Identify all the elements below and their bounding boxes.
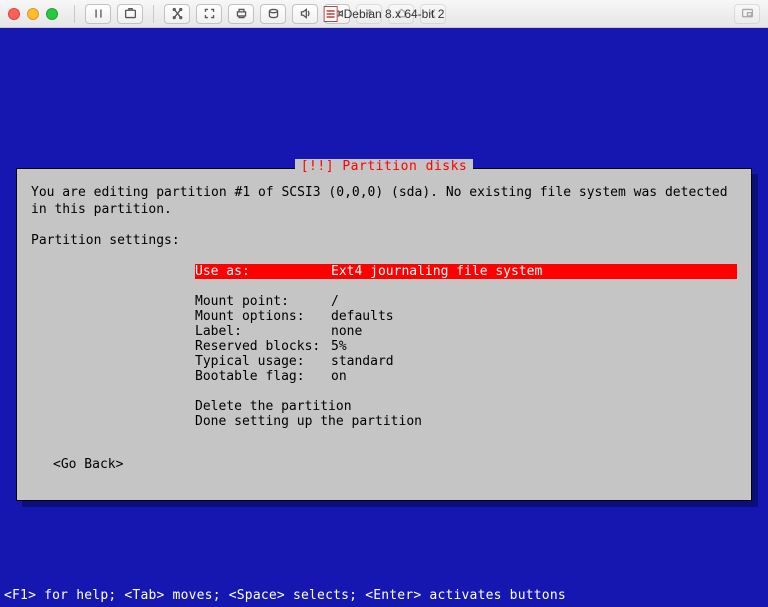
setting-label: Typical usage:	[195, 354, 331, 369]
setting-typical-usage[interactable]: Typical usage: standard	[31, 354, 737, 369]
settings-heading: Partition settings:	[31, 233, 737, 250]
setting-use-as[interactable]: Use as: Ext4 journaling file system	[31, 264, 737, 279]
setting-value: /	[331, 294, 737, 309]
settings-icon[interactable]	[164, 4, 190, 24]
dialog-title: [!!] Partition disks	[295, 159, 474, 174]
action-label: Delete the partition	[195, 399, 352, 414]
spacer	[31, 384, 737, 399]
setting-value: standard	[331, 354, 737, 369]
action-done-partition[interactable]: Done setting up the partition	[31, 414, 737, 429]
window-title-text: Debian 8.x 64-bit 2	[344, 7, 445, 21]
toolbar-separator	[153, 5, 154, 23]
setting-label: Mount options:	[195, 309, 331, 324]
setting-mount-point[interactable]: Mount point: /	[31, 294, 737, 309]
setting-label: Use as:	[195, 264, 331, 279]
setting-value: 5%	[331, 339, 737, 354]
setting-label-field[interactable]: Label: none	[31, 324, 737, 339]
setting-value: defaults	[331, 309, 737, 324]
setting-label: Mount point:	[195, 294, 331, 309]
vm-toolbar: Debian 8.x 64-bit 2	[0, 0, 768, 28]
setting-value: on	[331, 369, 737, 384]
setting-blank	[31, 279, 737, 294]
sound-icon[interactable]	[292, 4, 318, 24]
partition-settings-list: Use as: Ext4 journaling file system Moun…	[31, 264, 737, 429]
minimize-window-button[interactable]	[27, 8, 39, 20]
dialog-intro: You are editing partition #1 of SCSI3 (0…	[31, 185, 737, 219]
action-delete-partition[interactable]: Delete the partition	[31, 399, 737, 414]
toolbar-separator	[74, 5, 75, 23]
window-title: Debian 8.x 64-bit 2	[324, 6, 445, 22]
printer-icon[interactable]	[228, 4, 254, 24]
partition-disks-dialog: [!!] Partition disks You are editing par…	[16, 168, 752, 501]
setting-bootable-flag[interactable]: Bootable flag: on	[31, 369, 737, 384]
setting-reserved-blocks[interactable]: Reserved blocks: 5%	[31, 339, 737, 354]
snapshot-button[interactable]	[117, 4, 143, 24]
setting-value: Ext4 journaling file system	[331, 264, 737, 279]
close-window-button[interactable]	[8, 8, 20, 20]
fullscreen-icon[interactable]	[196, 4, 222, 24]
setting-label: Reserved blocks:	[195, 339, 331, 354]
setting-label: Label:	[195, 324, 331, 339]
action-label: Done setting up the partition	[195, 414, 422, 429]
keyboard-hint: <F1> for help; <Tab> moves; <Space> sele…	[0, 588, 768, 603]
setting-value: none	[331, 324, 737, 339]
vm-screen: [!!] Partition disks You are editing par…	[0, 28, 768, 607]
pause-vm-button[interactable]	[85, 4, 111, 24]
window-traffic-lights	[8, 8, 58, 20]
setting-mount-options[interactable]: Mount options: defaults	[31, 309, 737, 324]
vm-doc-icon	[324, 6, 338, 22]
disk-icon[interactable]	[260, 4, 286, 24]
go-back-button[interactable]: <Go Back>	[53, 457, 737, 472]
zoom-window-button[interactable]	[46, 8, 58, 20]
pip-icon[interactable]	[734, 4, 760, 24]
setting-label: Bootable flag:	[195, 369, 331, 384]
